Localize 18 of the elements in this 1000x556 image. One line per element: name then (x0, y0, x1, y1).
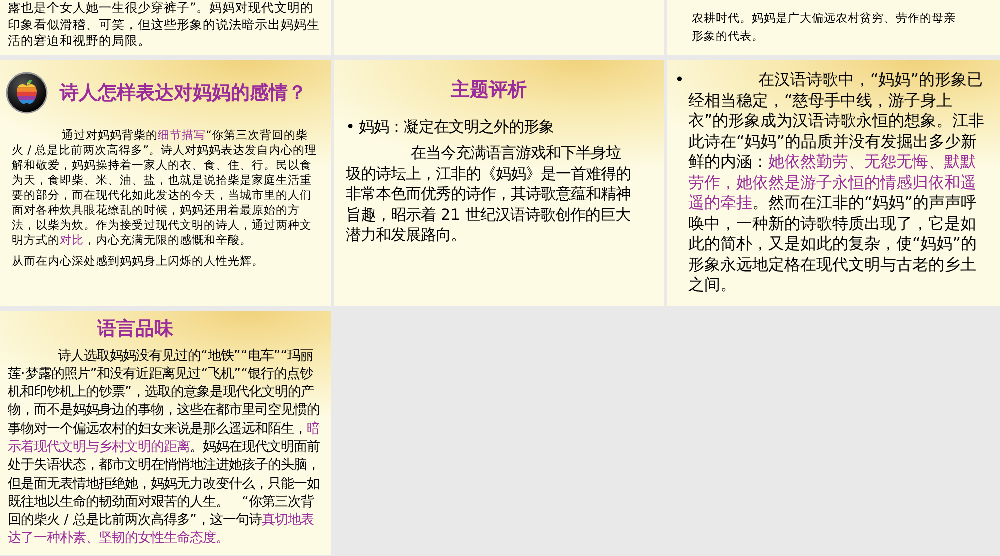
paragraph-text: 在当今充满语言游戏和下半身垃圾的诗坛上，江非的《妈妈》是一首难得的非常本色而优秀的诗作，其诗歌意蕴和精神旨趣，昭示着 21 世纪汉语诗歌创作的巨大潜力和发展路向。 (346, 143, 632, 246)
bullet-mark: • (346, 116, 356, 137)
slide-title: 语言品味 (98, 317, 174, 342)
slide-thumbnail[interactable]: • 在汉语诗歌中，“妈妈”的形象已经相当稳定，“慈母手中线，游子身上衣”的形象成为汉语诗歌永恒的想象。江非此诗在“妈妈”的品质并没有发掘出多少新鲜的内涵：她依然勤劳、无怨无悔、默默劳作，她依然是游子永恒的情感归依和遥遥的牵挂。然而在江非的“妈妈”的声声呼唤中，一种新的诗歌特质出现了，它是如此的简朴，又是如此的复杂，使“妈妈”的形象永远地定格在现代文明与古老的乡土之间。 (667, 60, 1000, 306)
paragraph-text: 从而在内心深处感到妈妈身上闪烁的人性光辉。 (12, 254, 265, 269)
slide-thumbnail[interactable] (0, 311, 331, 555)
slide-thumbnail[interactable]: 农耕时代。妈妈是广大偏远农村贫穷、劳作的母亲形象的代表。 (667, 0, 1000, 55)
paragraph-text: 通过对妈妈背柴的细节描写“你第三次背回的柴火 / 总是比前两次高得多”。诗人对妈妈表达发自内心的理解和敬爱，妈妈操持着一家人的衣、食、住、行。民以食为天，食即柴、米、油、盐，也就是说拾柴是家庭生活重要的部分，而在现代化如此发达的今天，当城市里的人们面对各种炊具眼花缭乱的时候，妈妈还用着最原始的方法，以柴为炊。作为接受过现代文明的诗人，通过两种文明方式的对比，内心充满无限的感慨和辛酸。 (12, 128, 318, 248)
slide-title: 主题评析 (451, 78, 527, 103)
paragraph-text: 诗人选取妈妈没有见过的“地铁”“电车”“玛丽莲·梦露的照片”和没有近距离见过“飞机”“银行的点钞机和印钞机上的钞票”，选取的意象是现代化文明的产物，而不是妈妈身边的事物，这些在都市里司空见惯的事物对一个偏远农村的妇女来说是那么遥远和陌生，暗示着现代文明与乡村文明的距离。妈妈在现代文明面前处于失语状态，都市文明在悄悄地注进她孩子的头脑，但是面无表情地拒绝她，妈妈无力改变什么，只能一如既往地以生命的韧劲面对艰苦的人生。 “你第三次背回的柴火 / 总是比前两次高得多”，这一句诗真切地表达了一种朴素、坚韧的女性生命态度。 (8, 348, 321, 548)
striped-apple-icon (6, 72, 48, 114)
paragraph-text: 妈妈：凝定在文明之外的形象 (359, 116, 556, 137)
paragraph-text: 在汉语诗歌中，“妈妈”的形象已经相当稳定，“慈母手中线，游子身上衣”的形象成为汉语诗歌永恒的想象。江非此诗在“妈妈”的品质并没有发掘出多少新鲜的内涵：她依然勤劳、无怨无悔、默默劳作，她依然是游子永恒的情感归依和遥遥的牵挂。然而在江非的“妈妈”的声声呼唤中，一种新的诗歌特质出现了，它是如此的简朴，又是如此的复杂，使“妈妈”的形象永远地定格在现代文明与古老的乡土之间。 (688, 70, 986, 296)
bullet-mark: • (675, 70, 684, 91)
paragraph-text: 农耕时代。妈妈是广大偏远农村贫穷、劳作的母亲形象的代表。 (692, 10, 957, 45)
slide-thumbnail[interactable]: 主题评析 • 妈妈：凝定在文明之外的形象 在当今充满语言游戏和下半身垃圾的诗坛上，江非的《妈妈》是一首难得的非常本色而优秀的诗作，其诗歌意蕴和精神旨趣，昭示着 21 世纪汉语诗歌创作的巨大潜力和发展路向。 (334, 60, 664, 306)
slide-title: 诗人怎样表达对妈妈的感情？ (60, 80, 307, 106)
slide-thumbnail[interactable] (0, 60, 331, 306)
